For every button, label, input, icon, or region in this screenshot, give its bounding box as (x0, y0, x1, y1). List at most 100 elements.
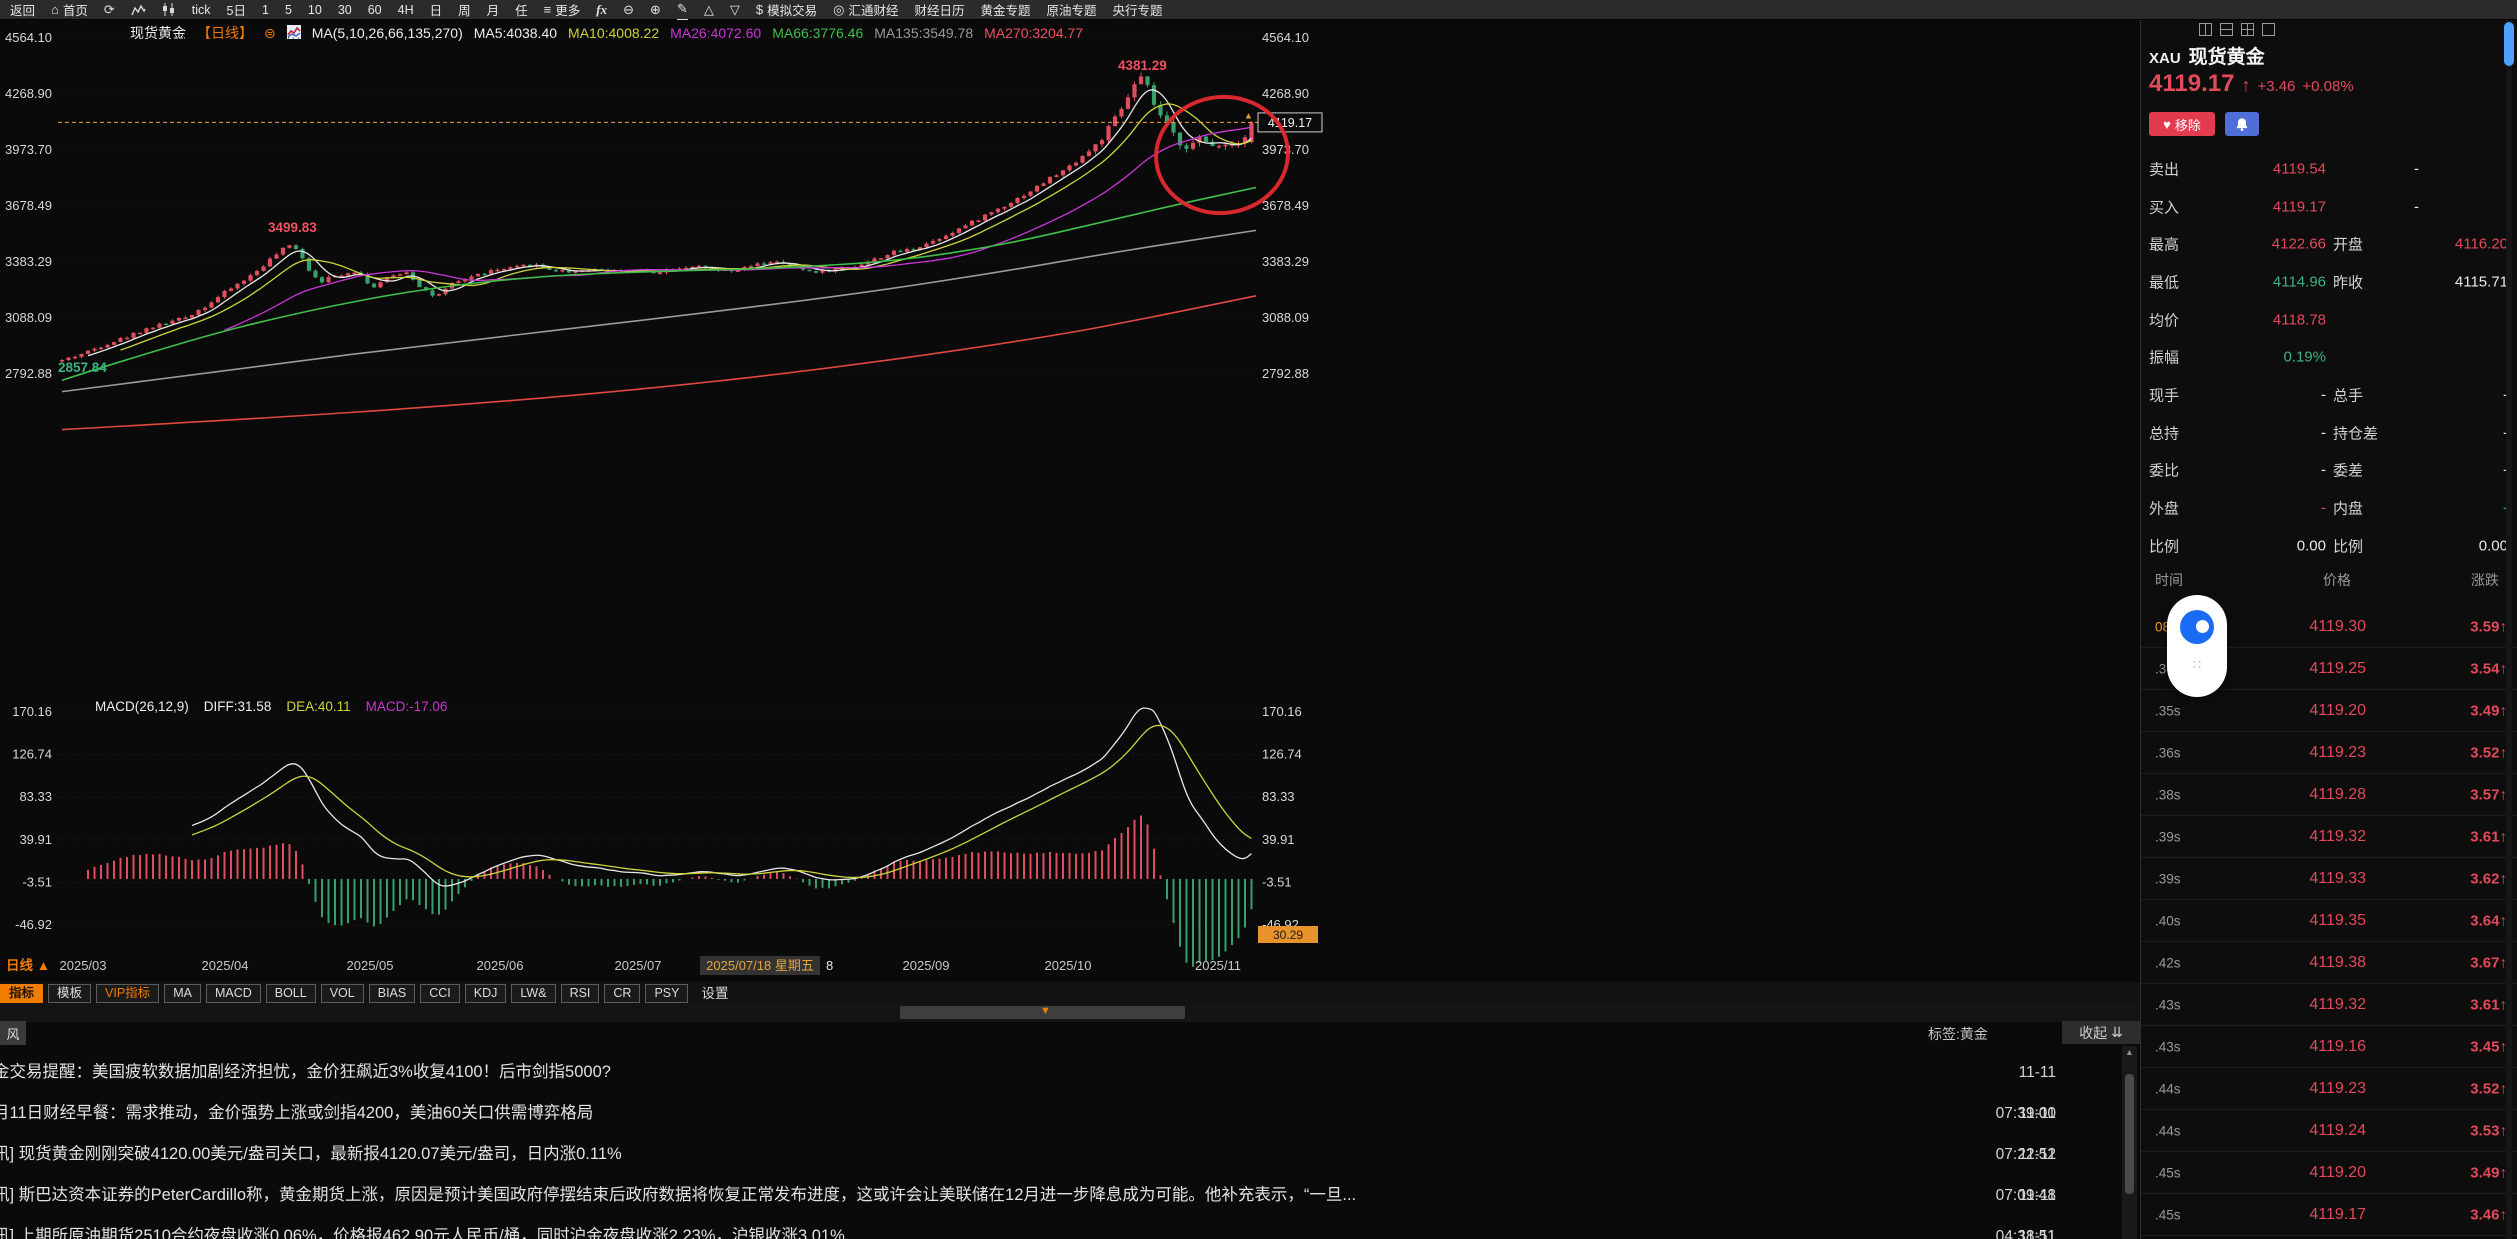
news-scroll-thumb[interactable] (2125, 1074, 2134, 1194)
panel-scrollbar-thumb[interactable] (2504, 22, 2514, 66)
tab-rsi[interactable]: RSI (561, 984, 600, 1003)
news-row[interactable]: 讯] 上期所原油期货2510合约夜盘收涨0.06%，价格报462.90元人民币/… (0, 1216, 2140, 1239)
quote-row-value-2: - (2394, 500, 2508, 517)
toolbar-item-zoom-in[interactable]: ⊕ (650, 0, 661, 20)
toolbar-item-zoom-out[interactable]: ⊖ (623, 0, 634, 20)
tab-template[interactable]: 模板 (48, 984, 91, 1003)
toolbar-item-more[interactable]: ≡更多 (544, 0, 581, 20)
price-chart[interactable]: 4564.104564.104268.904268.903973.703973.… (0, 20, 2140, 982)
tab-cci[interactable]: CCI (420, 984, 460, 1003)
news-row[interactable]: 讯] 现货黄金刚刚突破4120.00美元/盎司关口，最新报4120.07美元/盎… (0, 1134, 2140, 1175)
split-vertical-icon[interactable] (2199, 23, 2212, 36)
tab-boll[interactable]: BOLL (266, 984, 316, 1003)
quote-row-label-2: 昨收 (2333, 271, 2363, 292)
toolbar-item-custom[interactable]: 任 (515, 0, 528, 20)
toolbar-item-sim-trading[interactable]: $模拟交易 (756, 0, 817, 20)
tick-change: 3.49↑ (2391, 1164, 2507, 1181)
browser-assistant-icon[interactable] (2180, 610, 2214, 644)
col-time: 时间 (2155, 570, 2183, 590)
toolbar-item-back[interactable]: 返回 (10, 0, 35, 20)
toolbar-item-refresh[interactable]: ⟳ (104, 0, 115, 20)
tab-psy[interactable]: PSY (645, 984, 688, 1003)
collapse-button[interactable]: 收起 ⇊ (2062, 1021, 2140, 1044)
toolbar-item-5m[interactable]: 5 (285, 0, 292, 20)
single-pane-icon[interactable] (2262, 23, 2275, 36)
quote-row-label: 现手 (2149, 384, 2179, 405)
news-scrollbar[interactable]: ▲ (2122, 1046, 2137, 1239)
tick-row: .40s4119.353.64↑ (2141, 900, 2517, 942)
tab-ma[interactable]: MA (164, 984, 201, 1003)
toolbar-item-30m[interactable]: 30 (338, 0, 352, 20)
tick-time: .3 (2155, 661, 2166, 676)
toolbar-item-home[interactable]: ⌂首页 (51, 0, 88, 20)
toolbar-item-calendar[interactable]: 财经日历 (914, 0, 964, 20)
toolbar-item-month[interactable]: 月 (487, 0, 500, 20)
ma5-line (88, 90, 1252, 356)
tab-macd[interactable]: MACD (206, 984, 261, 1003)
tick-time: .45s (2155, 1165, 2181, 1180)
news-headline: 月11日财经早餐：需求推动，金价强势上涨或剑指4200，美油60关口供需博弈格局 (0, 1093, 1970, 1134)
tick-price: 4119.20 (2241, 1164, 2366, 1182)
drag-handle-icon[interactable]: ∷ (2167, 657, 2227, 673)
toolbar-item-fx678[interactable]: ◎汇通财经 (833, 0, 898, 20)
tick-row: .39s4119.323.61↑ (2141, 816, 2517, 858)
splitter-collapse-icon[interactable]: ▼ (1040, 1005, 1051, 1017)
alert-bell-button[interactable] (2225, 112, 2259, 136)
tab-indicator[interactable]: 指标 (0, 984, 43, 1003)
macd-axis-label-right: 126.74 (1262, 747, 1302, 762)
toolbar-item-tick[interactable]: tick (192, 0, 211, 20)
tab-vol[interactable]: VOL (321, 984, 364, 1003)
tab-kdj[interactable]: KDJ (465, 984, 507, 1003)
toolbar-item-day[interactable]: 日 (430, 0, 443, 20)
fx678-icon: ◎ (833, 0, 844, 20)
grid-layout-icon[interactable] (2241, 23, 2254, 36)
news-row[interactable]: 金交易提醒：美国疲软数据加剧经济担忧，金价狂飙近3%收复4100！后市剑指500… (0, 1052, 2140, 1093)
y-axis-label: 4564.10 (5, 30, 52, 45)
tick-time: .43s (2155, 997, 2181, 1012)
x-axis-label: 2025/07 (615, 958, 662, 973)
tab-cr[interactable]: CR (604, 984, 640, 1003)
toolbar-item-5d[interactable]: 5日 (227, 0, 246, 20)
toolbar-item-label: 返回 (10, 0, 35, 19)
quote-row-value-2: - (2333, 198, 2419, 215)
tick-change: 3.62↑ (2391, 870, 2507, 887)
up-arrow-icon: ↑ (2241, 75, 2250, 96)
y-axis-label-right: 3088.09 (1262, 310, 1309, 325)
quote-row: 总持-持仓差- (2141, 414, 2517, 452)
scroll-up-icon[interactable]: ▲ (2122, 1047, 2137, 1057)
toolbar-item-fx[interactable]: fx (596, 0, 607, 20)
toolbar-item-draw[interactable]: ✎ (677, 0, 688, 20)
news-row[interactable]: 月11日财经早餐：需求推动，金价强势上涨或剑指4200，美油60关口供需博弈格局… (0, 1093, 2140, 1134)
toolbar-item-cbank-topic[interactable]: 央行专题 (1113, 0, 1163, 20)
news-row[interactable]: 讯] 斯巴达资本证券的PeterCardillo称，黄金期货上涨，原因是预计美国… (0, 1175, 2140, 1216)
toolbar-item-candle-chart[interactable] (162, 0, 176, 20)
toolbar-item-week[interactable]: 周 (458, 0, 471, 20)
tab-vip-indicator[interactable]: VIP指标 (96, 984, 159, 1003)
toolbar-item-triangle-up[interactable]: △ (704, 0, 714, 20)
toolbar-item-line-chart[interactable] (131, 0, 146, 20)
x-axis-label: 2025/04 (202, 958, 249, 973)
panel-scrollbar-track[interactable] (2506, 20, 2512, 1239)
toolbar-item-1m[interactable]: 1 (262, 0, 269, 20)
period-toggle[interactable]: 日线 ▲ (6, 957, 50, 973)
toolbar-item-gold-topic[interactable]: 黄金专题 (980, 0, 1030, 20)
quote-row-value: - (2229, 462, 2326, 479)
toolbar-item-4h[interactable]: 4H (398, 0, 414, 20)
tab-lw[interactable]: LW& (511, 984, 555, 1003)
assistant-widget[interactable]: ∷ (2167, 595, 2227, 697)
split-horizontal-icon[interactable] (2220, 23, 2233, 36)
toolbar-item-60m[interactable]: 60 (368, 0, 382, 20)
news-timestamp: 11-11 04:38:51 (1970, 1175, 2140, 1216)
macd-axis-label: -46.92 (15, 917, 52, 932)
toolbar-item-oil-topic[interactable]: 原油专题 (1046, 0, 1096, 20)
toolbar-item-triangle-down[interactable]: ▽ (730, 0, 740, 20)
draw-icon: ✎ (677, 0, 688, 20)
news-side-tab[interactable]: 风 (0, 1021, 26, 1045)
tab-settings[interactable]: 设置 (693, 985, 736, 1002)
price-change-pct: +0.08% (2302, 78, 2353, 95)
toolbar-item-10m[interactable]: 10 (308, 0, 322, 20)
remove-watchlist-button[interactable]: ♥ 移除 (2149, 112, 2215, 136)
tab-bias[interactable]: BIAS (369, 984, 416, 1003)
tick-row: .44s4119.243.53↑ (2141, 1110, 2517, 1152)
quote-row: 最高4122.66开盘4116.20 (2141, 225, 2517, 263)
